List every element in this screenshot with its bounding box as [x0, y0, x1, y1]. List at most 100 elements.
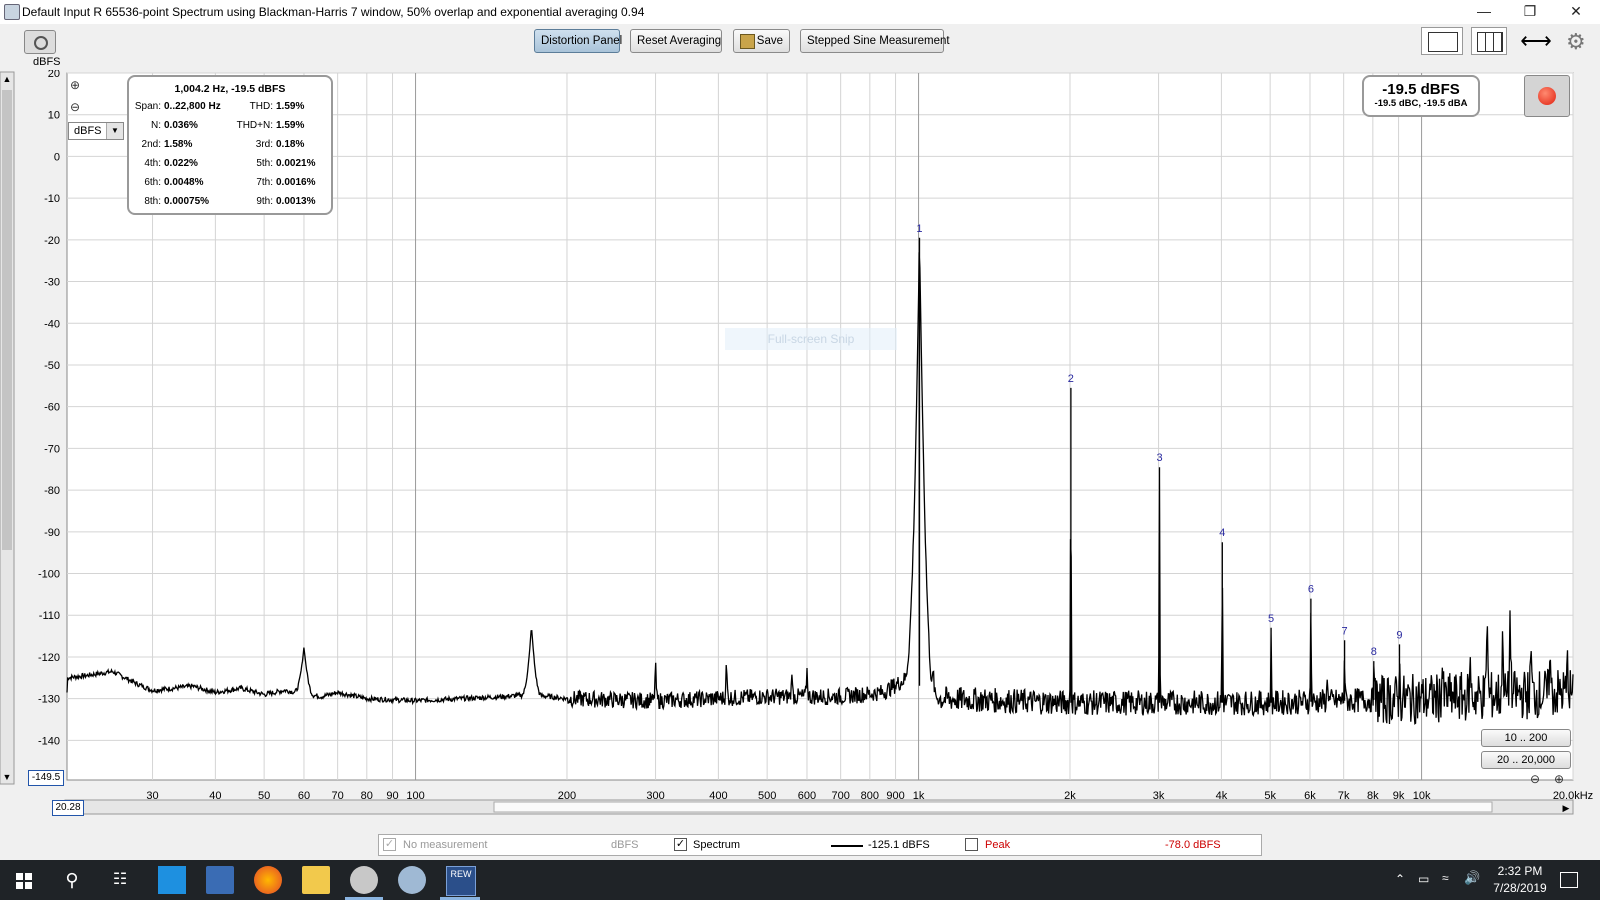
chevron-down-icon[interactable]: ▼ — [106, 123, 123, 139]
distortion-label: Span: — [134, 101, 161, 112]
snip-watermark: Full-screen Snip — [725, 328, 897, 350]
paint-icon[interactable] — [350, 866, 378, 894]
distortion-value: 0.00075% — [164, 196, 210, 207]
unit-select-value: dBFS — [74, 125, 102, 137]
distortion-value: 0.036% — [164, 120, 198, 131]
x-min-field[interactable]: 20.28 — [52, 800, 84, 816]
wifi-icon[interactable]: ≈ — [1442, 871, 1449, 885]
record-button[interactable] — [1524, 75, 1570, 117]
vertical-scrollbar-thumb[interactable] — [2, 90, 12, 550]
zoom-in-x-icon[interactable]: ⊕ — [1554, 772, 1564, 786]
harmonic-label: 6 — [1308, 584, 1314, 596]
settings-gear-icon[interactable]: ⚙ — [1566, 29, 1586, 55]
y-min-field[interactable]: -149.5 — [28, 770, 64, 786]
y-tick-label: -20 — [44, 235, 60, 247]
columns-icon[interactable] — [1471, 27, 1507, 55]
zoom-out-y-icon[interactable]: ⊖ — [70, 100, 80, 114]
distortion-value: 1.59% — [276, 101, 305, 112]
file-explorer-icon[interactable] — [302, 866, 330, 894]
y-axis: 20 10 0 -10 -20 -30 -40 -50 -60 -70 -80 -90 -100 -110… — [38, 70, 60, 747]
level-main: -19.5 dBFS — [1382, 81, 1460, 98]
y-tick-label: -40 — [44, 318, 60, 330]
peak-value: -78.0 dBFS — [1165, 839, 1221, 851]
range-20-20000-button[interactable]: 20 .. 20,000 — [1481, 751, 1571, 769]
distortion-label: 6th: — [144, 177, 161, 188]
volume-icon[interactable]: 🔊 — [1464, 870, 1480, 886]
reset-averaging-button[interactable]: Reset Averaging — [630, 29, 722, 53]
title-bar: Default Input R 65536-point Spectrum usi… — [0, 0, 1600, 24]
legend-bar: ✓ No measurement dBFS ✓ Spectrum -125.1 … — [378, 834, 1262, 856]
app-b-icon[interactable] — [158, 866, 186, 894]
firefox-icon[interactable] — [254, 866, 282, 894]
distortion-value: 0.022% — [164, 158, 198, 169]
y-tick-label: 20 — [48, 70, 60, 80]
distortion-value: 0.0048% — [164, 177, 204, 188]
y-tick-label: -70 — [44, 443, 60, 455]
task-view-icon[interactable]: ☷ — [106, 866, 134, 894]
level-meter: -19.5 dBFS -19.5 dBC, -19.5 dBA — [1362, 75, 1480, 117]
harmonic-label: 3 — [1156, 452, 1162, 464]
battery-icon[interactable]: ▭ — [1418, 872, 1429, 886]
app-icon — [4, 4, 20, 20]
horizontal-scrollbar-thumb[interactable] — [493, 801, 1493, 813]
distortion-label: 3rd: — [255, 139, 273, 150]
y-tick-label: -60 — [44, 402, 60, 414]
y-tick-label: 0 — [54, 151, 60, 163]
harmonic-label: 5 — [1268, 613, 1274, 625]
distortion-label: 7th: — [256, 177, 273, 188]
scroll-down-arrow-icon[interactable]: ▼ — [3, 772, 12, 782]
no-measurement-label: No measurement — [403, 839, 488, 851]
toolbar: dBFS Distortion Panel Reset Averaging Sa… — [0, 24, 1600, 70]
spectrum-checkbox[interactable]: ✓ — [674, 838, 687, 851]
show-hidden-icons-icon[interactable]: ⌃ — [1395, 872, 1405, 886]
rew-app-icon[interactable]: REW — [446, 866, 476, 896]
stepped-sine-button[interactable]: Stepped Sine Measurement — [800, 29, 950, 53]
zoom-in-y-icon[interactable]: ⊕ — [70, 78, 80, 92]
distortion-label: 2nd: — [141, 139, 161, 150]
harmonic-label: 2 — [1068, 373, 1074, 385]
range-10-200-button[interactable]: 10 .. 200 — [1481, 729, 1571, 747]
record-icon — [1538, 87, 1556, 105]
distortion-value: 0.0016% — [276, 177, 316, 188]
minimize-button[interactable]: — — [1461, 0, 1507, 24]
harmonic-label: 7 — [1342, 625, 1348, 637]
zoom-out-x-icon[interactable]: ⊖ — [1530, 772, 1540, 786]
restore-button[interactable]: ❐ — [1507, 0, 1553, 24]
search-icon[interactable]: ⚲ — [58, 866, 86, 894]
distortion-label: THD: — [249, 101, 273, 112]
clock-date[interactable]: 7/28/2019 — [1480, 881, 1560, 895]
close-button[interactable]: ✕ — [1553, 0, 1599, 24]
window-title: Default Input R 65536-point Spectrum usi… — [22, 5, 645, 19]
unit-select[interactable]: dBFS ▼ — [68, 122, 124, 140]
y-tick-label: -80 — [44, 485, 60, 497]
save-icon — [740, 34, 755, 49]
windows-start-icon[interactable] — [10, 866, 38, 894]
scroll-right-arrow-icon[interactable]: ▶ — [1563, 803, 1570, 813]
distortion-value: 1.58% — [164, 139, 193, 150]
y-tick-label: -50 — [44, 360, 60, 372]
camera-icon[interactable] — [24, 30, 56, 54]
notifications-icon[interactable] — [1560, 872, 1578, 888]
distortion-label: THD+N: — [236, 120, 273, 131]
peak-checkbox[interactable] — [965, 838, 978, 851]
fit-axes-icon[interactable]: ⟷ — [1518, 27, 1554, 55]
y-tick-label: -110 — [39, 610, 60, 622]
save-label: Save — [756, 35, 783, 47]
distortion-value: 0.0021% — [276, 158, 316, 169]
harmonic-label: 4 — [1219, 527, 1225, 539]
y-tick-label: -10 — [44, 193, 60, 205]
distortion-panel-button[interactable]: Distortion Panel — [534, 29, 622, 53]
store-icon[interactable] — [206, 866, 234, 894]
no-measurement-checkbox[interactable]: ✓ — [383, 838, 396, 851]
paint-3d-icon[interactable] — [398, 866, 426, 894]
y-tick-label: 10 — [48, 110, 60, 122]
scroll-up-arrow-icon[interactable]: ▲ — [3, 74, 12, 84]
no-measurement-unit: dBFS — [611, 839, 639, 851]
distortion-value: 0..22,800 Hz — [164, 101, 221, 112]
distortion-value: 0.0013% — [276, 196, 316, 207]
clock-time[interactable]: 2:32 PM — [1480, 864, 1560, 878]
distortion-header: 1,004.2 Hz, -19.5 dBFS — [174, 83, 286, 95]
save-button[interactable]: Save — [733, 29, 790, 53]
graph-layout-icon[interactable] — [1421, 27, 1463, 55]
peak-label: Peak — [985, 839, 1011, 851]
